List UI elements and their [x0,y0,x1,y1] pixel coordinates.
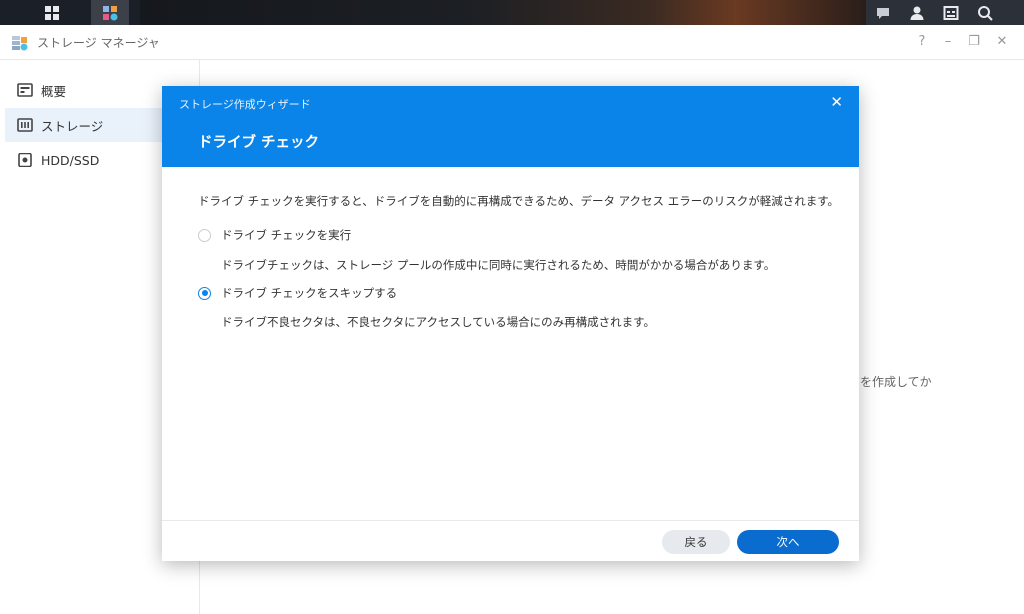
option-skip-drive-check[interactable]: ドライブ チェックをスキップする [198,285,397,301]
overview-icon [17,83,33,97]
storage-manager-icon [12,36,28,51]
sidebar-item-label: 概要 [41,83,67,99]
storage-app-icon [103,5,118,20]
wizard-title: ストレージ作成ウィザード [179,98,311,111]
search-button[interactable] [968,0,1002,25]
search-icon [978,5,993,21]
main-menu-button[interactable] [33,0,71,25]
option-detail: ドライブチェックは、ストレージ プールの作成中に同時に実行されるため、時間がかか… [221,258,776,272]
minimize-button[interactable]: – [938,34,958,49]
dialog-step-title: ドライブ チェック [198,135,320,151]
dialog-description: ドライブ チェックを実行すると、ドライブを自動的に再構成できるため、データ アク… [198,194,840,208]
desktop-wallpaper-strip [140,0,866,25]
option-run-drive-check[interactable]: ドライブ チェックを実行 [198,227,351,243]
storage-icon [17,118,33,132]
option-label: ドライブ チェックを実行 [221,228,352,242]
dialog-close-button[interactable]: ✕ [830,93,843,111]
radio-skip-drive-check[interactable] [198,286,211,300]
option-label: ドライブ チェックをスキップする [221,286,398,300]
next-button[interactable]: 次へ [737,530,839,554]
widgets-button[interactable] [934,0,968,25]
restore-button[interactable]: ❐ [964,34,984,49]
dialog-footer: 戻る 次へ [162,520,859,562]
grid-icon [45,5,59,20]
disk-icon [17,153,33,167]
dialog-header: ストレージ作成ウィザード ✕ ドライブ チェック [162,86,859,167]
taskbar [0,0,1024,25]
chat-bubble-icon [877,7,889,19]
close-window-button[interactable]: ✕ [992,34,1012,49]
taskbar-tray [866,0,1024,25]
user-icon [910,6,924,20]
user-button[interactable] [900,0,934,25]
storage-manager-taskbar-button[interactable] [91,0,129,25]
radio-run-drive-check[interactable] [198,228,211,242]
background-hint-text: を作成してか [860,375,932,389]
widget-panel-icon [943,5,959,20]
notification-button[interactable] [866,0,900,25]
sidebar-item-label: ストレージ [41,118,104,134]
option-detail: ドライブ不良セクタは、不良セクタにアクセスしている場合にのみ再構成されます。 [221,315,656,329]
sidebar-item-label: HDD/SSD [41,152,100,168]
storage-wizard-dialog: ストレージ作成ウィザード ✕ ドライブ チェック ドライブ チェックを実行すると… [162,86,859,561]
window-title: ストレージ マネージャ [37,36,160,50]
back-button[interactable]: 戻る [662,530,730,554]
help-button[interactable]: ? [912,34,932,49]
window-titlebar: ストレージ マネージャ ? – ❐ ✕ [0,25,1024,60]
